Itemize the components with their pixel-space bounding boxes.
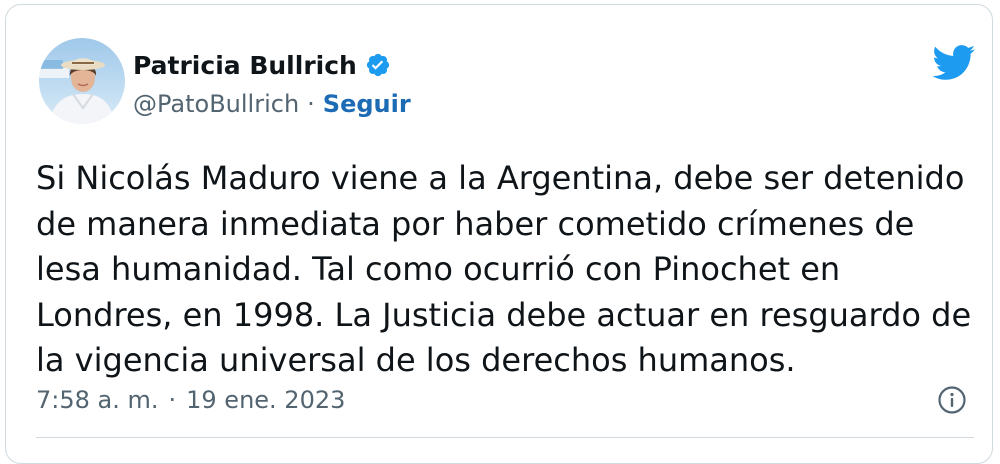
author-handle[interactable]: @PatoBullrich: [133, 90, 299, 118]
tweet-text: Si Nicolás Maduro viene a la Argentina, …: [36, 159, 972, 380]
info-icon[interactable]: [937, 385, 967, 415]
avatar-image: [39, 38, 125, 124]
tweet-timestamp[interactable]: 7:58 a. m. · 19 ene. 2023: [36, 383, 345, 417]
follow-button[interactable]: Seguir: [323, 90, 411, 118]
tweet-date: 19 ene. 2023: [186, 386, 346, 414]
handle-separator: ·: [307, 90, 315, 118]
tweet-card: Patricia Bullrich @PatoBullrich · Seguir…: [5, 4, 993, 464]
avatar[interactable]: [39, 38, 125, 124]
verified-badge-icon: [365, 52, 391, 78]
handle-row: @PatoBullrich · Seguir: [133, 87, 411, 121]
divider: [36, 437, 974, 438]
timestamp-separator: ·: [168, 386, 177, 414]
tweet-time: 7:58 a. m.: [36, 386, 159, 414]
twitter-bird-icon[interactable]: [932, 45, 976, 81]
display-name[interactable]: Patricia Bullrich: [133, 51, 357, 80]
author-name-row: Patricia Bullrich: [133, 47, 391, 83]
